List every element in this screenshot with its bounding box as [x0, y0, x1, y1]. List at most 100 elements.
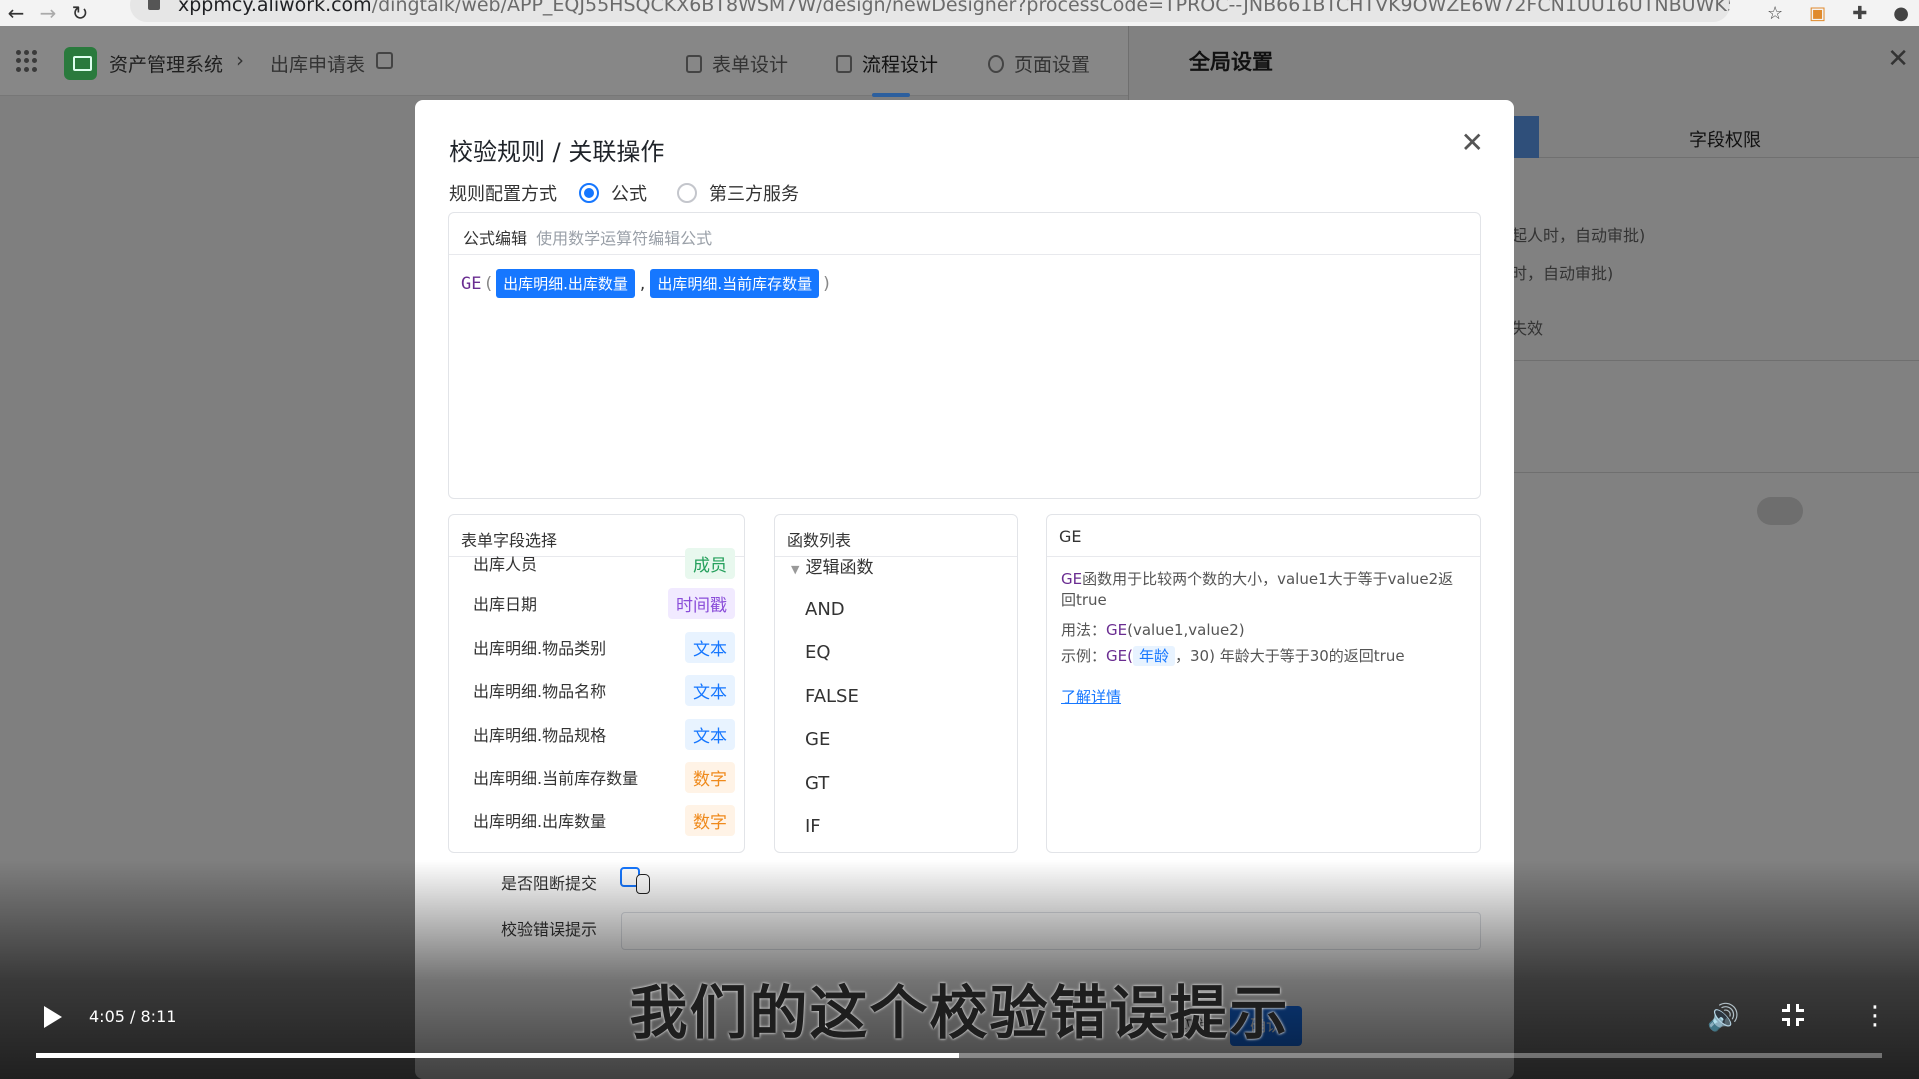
- tab-form-design[interactable]: 表单设计: [686, 50, 788, 77]
- more-vertical-icon[interactable]: ⋮: [1862, 1003, 1888, 1029]
- caret-down-icon: ▼: [791, 563, 800, 576]
- extensions-puzzle-icon[interactable]: ✚: [1852, 3, 1867, 24]
- divider: [1509, 472, 1919, 473]
- tab-page-settings[interactable]: 页面设置: [988, 50, 1090, 77]
- app-logo-icon: [64, 47, 97, 80]
- usage-label: 用法：: [1061, 621, 1107, 639]
- field-item[interactable]: 出库明细.物品名称 文本: [473, 672, 735, 708]
- field-name: 出库明细.当前库存数量: [473, 769, 639, 788]
- tab-process-design[interactable]: 流程设计: [836, 50, 938, 77]
- formula-hint: 使用数学运算符编辑公式: [536, 229, 713, 248]
- function-group-label: 逻辑函数: [805, 558, 874, 578]
- field-item[interactable]: 出库明细.出库数量 数字: [473, 802, 735, 838]
- field-name: 出库明细.物品类别: [473, 639, 607, 658]
- rule-config-row: 规则配置方式 公式 第三方服务: [449, 180, 799, 206]
- close-icon[interactable]: ✕: [1461, 126, 1484, 159]
- radio-label-formula[interactable]: 公式: [611, 180, 647, 206]
- video-progress-fill: [36, 1053, 959, 1058]
- forward-icon[interactable]: →: [32, 3, 64, 23]
- formula-paren-close: ): [823, 273, 830, 294]
- example-fn: GE(: [1106, 647, 1133, 665]
- extension-office-icon[interactable]: ▣: [1809, 3, 1826, 24]
- field-name: 出库日期: [473, 595, 538, 614]
- tab-label: 页面设置: [1014, 54, 1091, 76]
- usage-args: (value1,value2): [1127, 621, 1245, 639]
- formula-field-chip[interactable]: 出库明细.当前库存数量: [650, 269, 820, 298]
- volume-icon[interactable]: 🔊: [1707, 1003, 1739, 1033]
- formula-field-chip[interactable]: 出库明细.出库数量: [496, 269, 635, 298]
- profile-avatar-icon[interactable]: ●: [1893, 3, 1909, 24]
- example-label: 示例：: [1061, 647, 1107, 665]
- reload-icon[interactable]: ↻: [64, 3, 96, 23]
- close-icon[interactable]: ✕: [1887, 44, 1909, 74]
- function-item[interactable]: AND: [805, 599, 845, 620]
- formula-paren-open: (: [485, 273, 493, 294]
- formula-function: GE: [461, 273, 482, 294]
- browser-toolbar: ← → ↻ xppmcy.aliwork.com/dingtalk/web/AP…: [0, 0, 1919, 26]
- function-item[interactable]: FALSE: [805, 686, 859, 707]
- setting-text: 起人时，自动审批): [1511, 226, 1646, 245]
- error-tip-input[interactable]: [621, 912, 1481, 950]
- tab-field-permission[interactable]: 字段权限: [1689, 126, 1761, 152]
- field-type-tag: 文本: [685, 631, 735, 663]
- formula-editor-header: 公式编辑 使用数学运算符编辑公式: [449, 213, 1480, 255]
- tab-label: 流程设计: [862, 54, 939, 76]
- lock-icon: [148, 0, 160, 10]
- function-item[interactable]: EQ: [805, 642, 831, 663]
- active-tab-indicator: [872, 93, 910, 97]
- example-rest: ，30) 年龄大于等于30的返回true: [1174, 647, 1405, 665]
- bookmark-star-icon[interactable]: ☆: [1767, 3, 1783, 24]
- field-name: 出库人员: [473, 555, 538, 574]
- formula-content[interactable]: GE ( 出库明细.出库数量 , 出库明细.当前库存数量 ): [449, 255, 1480, 312]
- field-type-tag: 数字: [685, 804, 735, 836]
- field-item[interactable]: 出库日期 时间戳: [473, 585, 735, 621]
- field-item[interactable]: 出库明细.物品规格 文本: [473, 716, 735, 752]
- learn-more-link[interactable]: 了解详情: [1061, 687, 1121, 708]
- block-submit-label: 是否阻断提交: [501, 874, 598, 893]
- formula-editor[interactable]: 公式编辑 使用数学运算符编辑公式 GE ( 出库明细.出库数量 , 出库明细.当…: [448, 212, 1481, 499]
- setting-text: 时，自动审批): [1511, 264, 1614, 283]
- help-usage: 用法：GE(value1,value2): [1061, 620, 1466, 641]
- hand-cursor-icon: [636, 874, 650, 894]
- app-name[interactable]: 资产管理系统: [109, 50, 223, 77]
- video-progress-bar[interactable]: [36, 1053, 1882, 1058]
- setting-text: 失效: [1511, 319, 1544, 338]
- url-path: /dingtalk/web/APP_EQJ55HSQCKX6BT8WSM7W/d…: [371, 0, 1730, 16]
- radio-label-third-party[interactable]: 第三方服务: [709, 180, 799, 206]
- function-item[interactable]: GT: [805, 773, 829, 794]
- app-grid-icon[interactable]: [16, 50, 38, 72]
- field-name: 出库明细.物品名称: [473, 682, 607, 701]
- panel-title: 全局设置: [1189, 50, 1273, 74]
- toggle-switch[interactable]: [1757, 497, 1803, 525]
- usage-fn: GE: [1106, 621, 1128, 639]
- exit-fullscreen-icon[interactable]: [1782, 1004, 1804, 1026]
- function-group[interactable]: ▼ 逻辑函数: [791, 553, 873, 578]
- gear-icon: [988, 54, 1004, 73]
- radio-formula[interactable]: [579, 183, 599, 203]
- field-type-tag: 文本: [685, 674, 735, 706]
- field-item[interactable]: 出库明细.物品类别 文本: [473, 629, 735, 665]
- field-item[interactable]: 出库人员 成员: [473, 545, 735, 581]
- function-help-panel: GE GE函数用于比较两个数的大小，value1大于等于value2返回true…: [1046, 514, 1481, 853]
- video-time: 4:05 / 8:11: [89, 1007, 177, 1026]
- panel-title: 函数列表: [775, 515, 1017, 557]
- field-type-tag: 数字: [685, 761, 735, 793]
- back-icon[interactable]: ←: [0, 3, 32, 23]
- function-item[interactable]: IF: [805, 816, 821, 837]
- field-item[interactable]: 出库明细.当前库存数量 数字: [473, 759, 735, 795]
- field-type-tag: 时间戳: [668, 587, 735, 619]
- document-icon: [686, 54, 702, 73]
- radio-third-party[interactable]: [677, 183, 697, 203]
- help-body: GE函数用于比较两个数的大小，value1大于等于value2返回true 用法…: [1047, 557, 1480, 720]
- chevron-right-icon: ›: [236, 48, 244, 72]
- play-icon[interactable]: [44, 1006, 62, 1028]
- form-fields-panel: 表单字段选择 出库人员 成员 出库日期 时间戳 出库明细.物品类别 文本 出库明…: [448, 514, 745, 853]
- help-example: 示例：GE(年龄 ，30) 年龄大于等于30的返回true: [1061, 646, 1466, 667]
- example-chip: 年龄: [1132, 646, 1175, 666]
- edit-icon[interactable]: [376, 52, 393, 69]
- function-item[interactable]: GE: [805, 729, 830, 750]
- function-list-panel: 函数列表 ▼ 逻辑函数 AND EQ FALSE GE GT IF: [774, 514, 1018, 853]
- flow-icon: [836, 54, 852, 73]
- tab-label: 表单设计: [712, 54, 789, 76]
- address-bar[interactable]: xppmcy.aliwork.com/dingtalk/web/APP_EQJ5…: [130, 0, 1730, 22]
